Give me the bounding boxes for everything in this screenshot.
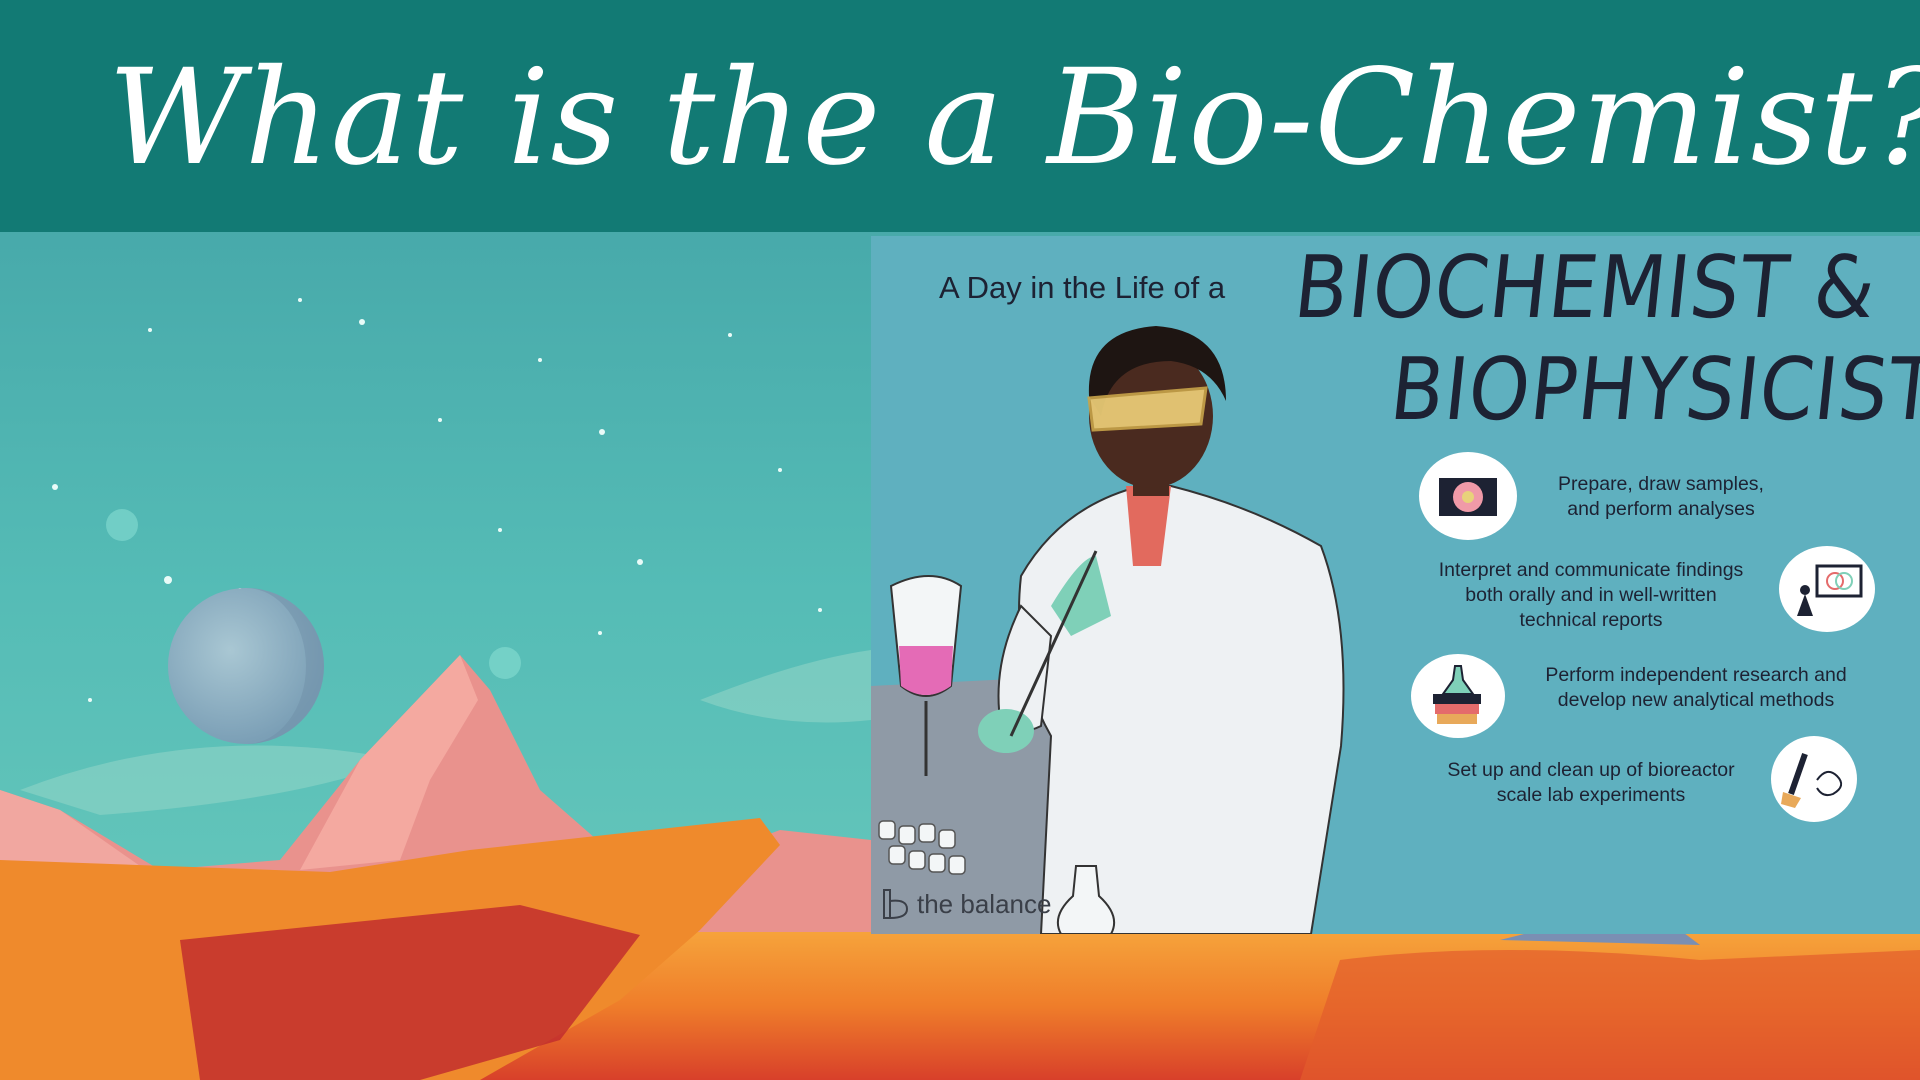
infographic-heading-line2: BIOPHYSICIST [1385,340,1920,440]
duty-item-1: Prepare, draw samples, and perform analy… [1526,472,1796,522]
duty-1-line1: Prepare, draw samples, [1558,473,1764,495]
brush-icon [1771,736,1857,822]
duty-2-line1: Interpret and communicate findings [1438,559,1744,581]
brand-name: the balance [917,888,1052,919]
duty-4-line1: Set up and clean up of bioreactor [1447,759,1735,781]
duty-3-line1: Perform independent research and [1545,664,1847,686]
page-title: What is the a Bio-Chemist? [108,41,1920,195]
duty-item-2: Interpret and communicate findings both … [1401,558,1781,633]
balance-logo-icon [883,889,909,919]
scientist-illustration [871,326,1345,934]
presentation-icon [1779,546,1875,632]
duty-4-line2: scale lab experiments [1496,784,1686,806]
brand-logo: the balance [881,884,1081,924]
duty-2-line2: both orally and in well-written [1465,584,1717,606]
petri-dish-icon [1419,452,1517,540]
duty-2-line3: technical reports [1519,609,1663,631]
infographic-image: A Day in the Life of a BIOCHEMIST & BIOP… [871,236,1920,934]
infographic-subheading: A Day in the Life of a [939,270,1226,305]
books-flask-icon [1411,654,1505,738]
title-band: What is the a Bio-Chemist? [0,0,1920,232]
duty-3-line2: develop new analytical methods [1557,689,1835,711]
duty-item-3: Perform independent research and develop… [1511,663,1881,713]
duty-item-4: Set up and clean up of bioreactor scale … [1406,758,1776,808]
duty-1-line2: and perform analyses [1567,498,1755,520]
